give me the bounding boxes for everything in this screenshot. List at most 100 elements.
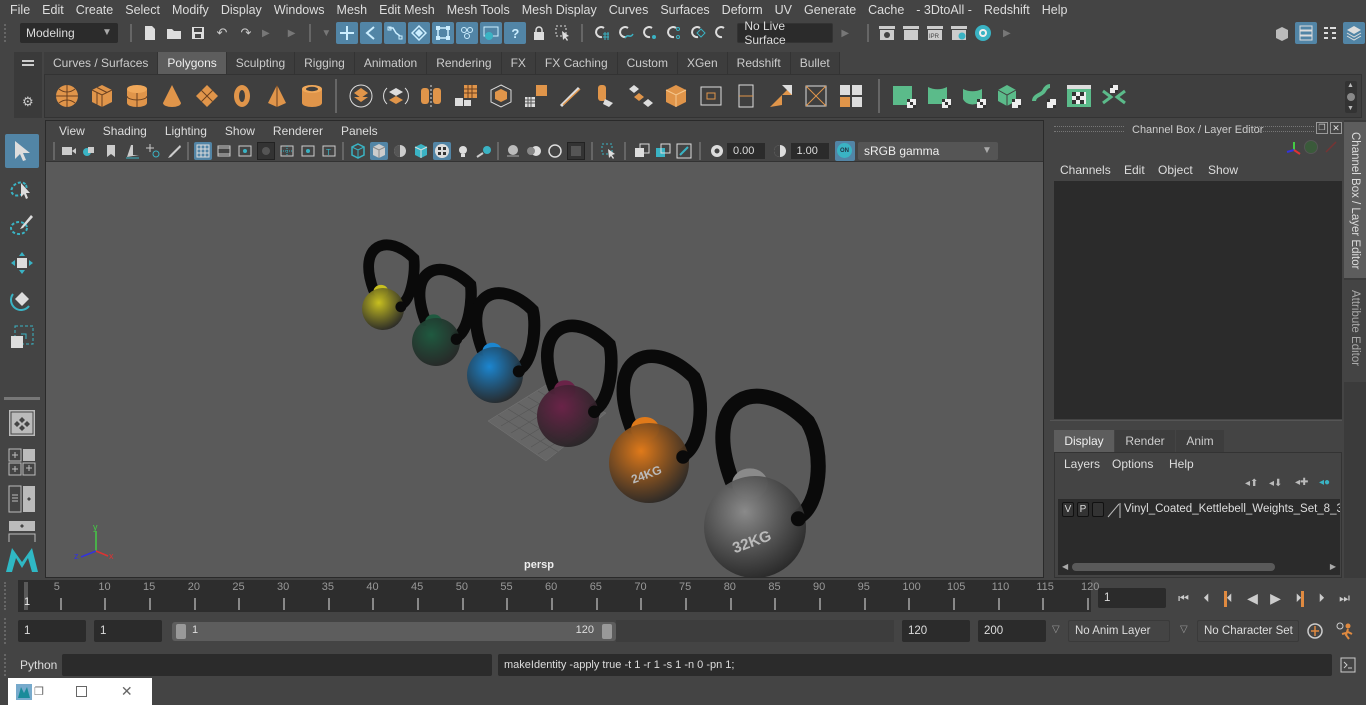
xray-joints-icon[interactable]	[675, 142, 693, 160]
shelf-tab-rendering[interactable]: Rendering	[427, 52, 502, 74]
viewport-menu-lighting[interactable]: Lighting	[156, 124, 216, 138]
move-tool[interactable]	[5, 246, 39, 280]
auto-key-icon[interactable]	[1306, 622, 1324, 640]
hypershade-icon[interactable]	[972, 22, 994, 44]
channel-box-toggle-icon[interactable]	[1343, 22, 1365, 44]
layer-horizontal-scrollbar[interactable]: ◀ ▶	[1058, 561, 1340, 573]
kettlebell-green[interactable]	[412, 263, 477, 366]
four-view-layout[interactable]	[5, 445, 39, 479]
channel-link-icon[interactable]	[1324, 140, 1338, 154]
menu-mesh-display[interactable]: Mesh Display	[516, 3, 603, 17]
rotate-tool[interactable]	[5, 282, 39, 316]
gamma-field[interactable]: 1.00	[790, 142, 829, 159]
kettlebell-yellow[interactable]	[362, 239, 420, 330]
shelf-tab-rigging[interactable]: Rigging	[295, 52, 355, 74]
poly-plane-icon[interactable]	[192, 81, 222, 111]
tab-anim[interactable]: Anim	[1176, 430, 1224, 452]
menu-deform[interactable]: Deform	[716, 3, 769, 17]
new-layer-icon[interactable]: ◂✚	[1295, 477, 1308, 488]
field-chart-icon[interactable]	[278, 142, 296, 160]
camera-attributes-icon[interactable]	[81, 142, 99, 160]
close-panel-icon[interactable]: ✕	[1330, 122, 1342, 134]
color-space-dropdown[interactable]: sRGB gamma ▼	[858, 141, 998, 160]
shelf-settings-gear-icon[interactable]: ⚙	[22, 94, 34, 110]
character-set-dropdown[interactable]: No Character Set	[1197, 620, 1299, 642]
layer-display-type-toggle[interactable]	[1092, 502, 1104, 517]
menu-modify[interactable]: Modify	[166, 3, 215, 17]
tab-channel-box-layer-editor[interactable]: Channel Box / Layer Editor	[1344, 122, 1366, 278]
show-menu[interactable]: Show	[1208, 163, 1238, 177]
redo-icon[interactable]: ↷	[235, 22, 257, 44]
poly-pyramid-icon[interactable]	[262, 81, 292, 111]
menu-redshift[interactable]: Redshift	[978, 3, 1036, 17]
ambient-occlusion-icon[interactable]	[504, 142, 522, 160]
select-by-component-icon[interactable]	[384, 22, 407, 44]
menu-create[interactable]: Create	[70, 3, 120, 17]
snap-to-curve-icon[interactable]	[614, 22, 636, 44]
bridge-icon[interactable]	[626, 81, 656, 111]
target-weld-icon[interactable]	[766, 81, 796, 111]
paint-select-tool[interactable]	[5, 208, 39, 242]
select-joints-icon[interactable]	[432, 22, 455, 44]
layers-menu[interactable]: Layers	[1064, 457, 1100, 471]
select-handles-icon[interactable]	[408, 22, 431, 44]
panel-grip[interactable]	[1054, 126, 1124, 132]
range-start-handle[interactable]	[176, 624, 186, 639]
motion-blur-icon[interactable]	[525, 142, 543, 160]
poly-pipe-icon[interactable]	[297, 81, 327, 111]
poly-cylinder-icon[interactable]	[122, 81, 152, 111]
resolution-gate-icon[interactable]	[236, 142, 254, 160]
new-scene-icon[interactable]	[139, 22, 161, 44]
command-input[interactable]	[62, 654, 492, 676]
use-all-lights-icon[interactable]	[454, 142, 472, 160]
extract-icon[interactable]	[521, 81, 551, 111]
wireframe-on-shaded-icon[interactable]	[412, 142, 430, 160]
menu-file[interactable]: File	[4, 3, 36, 17]
select-rendering-icon[interactable]	[480, 22, 503, 44]
uv-layout-icon[interactable]	[1099, 81, 1129, 111]
menu-select[interactable]: Select	[119, 3, 166, 17]
image-plane-icon[interactable]	[123, 142, 141, 160]
range-slider[interactable]: 1 120	[172, 622, 616, 641]
menu-curves[interactable]: Curves	[603, 3, 655, 17]
step-forward-key-icon[interactable]: ⏵	[1289, 590, 1308, 607]
unfold-icon[interactable]	[1029, 81, 1059, 111]
undo-icon[interactable]: ↶	[211, 22, 233, 44]
menu-windows[interactable]: Windows	[268, 3, 331, 17]
anim-layer-dropdown[interactable]: No Anim Layer	[1068, 620, 1170, 642]
scrollbar-thumb[interactable]	[1072, 563, 1275, 571]
extrude-icon[interactable]	[591, 81, 621, 111]
select-by-hierarchy-icon[interactable]	[336, 22, 359, 44]
menu-surfaces[interactable]: Surfaces	[654, 3, 715, 17]
bookmark-icon[interactable]	[102, 142, 120, 160]
shadows-icon[interactable]	[475, 142, 493, 160]
render-view-icon[interactable]	[876, 22, 898, 44]
planar-mapping-icon[interactable]	[889, 81, 919, 111]
uv-editor-icon[interactable]	[1064, 81, 1094, 111]
spherical-mapping-icon[interactable]	[959, 81, 989, 111]
shelf-scrollbar[interactable]: ▲ ▼	[1345, 81, 1357, 113]
poly-cone-icon[interactable]	[157, 81, 187, 111]
cmd-grip[interactable]	[4, 654, 12, 676]
timeline-grip[interactable]	[4, 582, 12, 610]
multi-cut-icon[interactable]	[731, 81, 761, 111]
collapse-icon[interactable]	[801, 81, 831, 111]
channel-sync-icon[interactable]	[1304, 140, 1318, 154]
poly-cube-icon[interactable]	[87, 81, 117, 111]
layer-row[interactable]: V P Vinyl_Coated_Kettlebell_Weights_Set_…	[1058, 501, 1340, 519]
exposure-field[interactable]: 0.00	[727, 142, 765, 159]
render-current-frame-icon[interactable]	[900, 22, 922, 44]
film-gate-icon[interactable]	[215, 142, 233, 160]
snap-to-grid-icon[interactable]	[590, 22, 612, 44]
separate-icon[interactable]	[381, 81, 411, 111]
object-menu[interactable]: Object	[1158, 163, 1193, 177]
menu-mesh[interactable]: Mesh	[331, 3, 374, 17]
scale-tool[interactable]	[5, 320, 39, 354]
menu-cache[interactable]: Cache	[862, 3, 910, 17]
multisample-aa-icon[interactable]	[546, 142, 564, 160]
smooth-shade-icon[interactable]	[369, 141, 388, 160]
edge-loop-icon[interactable]	[696, 81, 726, 111]
lasso-tool[interactable]	[5, 172, 39, 206]
play-backwards-icon[interactable]: ◀	[1243, 590, 1262, 607]
single-perspective-layout[interactable]	[5, 406, 39, 440]
